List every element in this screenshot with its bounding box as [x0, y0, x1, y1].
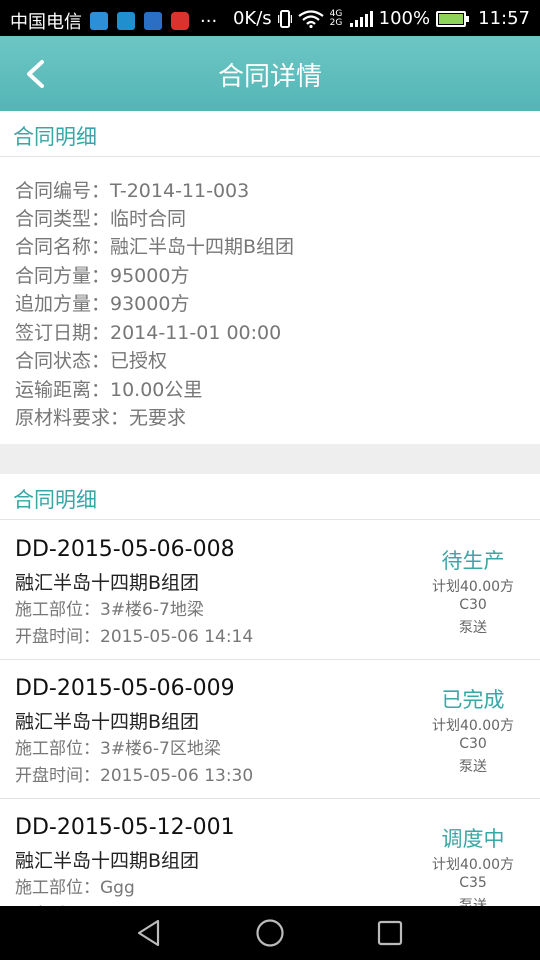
transport-distance: 运输距离：10.00公里	[15, 379, 203, 401]
status-bar-right: 0K/s 4G 2G 100% 11:57	[233, 8, 530, 29]
wifi-icon	[297, 9, 324, 28]
material-requirement: 原材料要求：无要求	[15, 407, 187, 429]
order-project-name: 融汇半岛十四期B组团	[15, 850, 200, 872]
network-type: 4G 2G	[329, 8, 343, 28]
sign-date: 签订日期：2014-11-01 00:00	[15, 322, 282, 344]
order-pour-method: 泵送	[459, 620, 487, 636]
order-status: 调度中	[441, 827, 505, 851]
gallery-icon	[144, 12, 162, 30]
contract-type: 合同类型：临时合同	[15, 208, 187, 230]
block-icon	[171, 12, 189, 30]
home-circle-icon[interactable]	[255, 918, 285, 948]
order-planned-volume: 计划40.00方	[431, 579, 515, 595]
contract-section-header: 合同明细	[0, 111, 540, 157]
order-status: 待生产	[441, 549, 505, 573]
section-divider	[0, 444, 540, 474]
order-start-time: 开盘时间：2015-05-06 14:14	[15, 627, 254, 647]
contract-volume: 合同方量：95000方	[15, 265, 190, 287]
order-start-time: 开盘时间：2015-05-06 13:30	[15, 766, 254, 786]
page-title: 合同详情	[217, 62, 322, 92]
signal-icon	[349, 10, 373, 27]
section-title: 合同明细	[13, 125, 97, 149]
section-title: 合同明细	[13, 488, 97, 512]
back-triangle-icon[interactable]	[134, 918, 164, 948]
more-notifications-icon: ···	[200, 10, 218, 32]
order-construction-part: 施工部位：3#楼6-7地梁	[15, 600, 204, 620]
status-bar-left: 中国电信 ···	[10, 8, 217, 34]
orders-section-header: 合同明细	[0, 474, 540, 520]
battery-icon	[436, 10, 470, 27]
order-concrete-grade: C30	[459, 597, 487, 613]
order-planned-volume: 计划40.00方	[431, 718, 515, 734]
network-speed: 0K/s	[232, 8, 272, 29]
additional-volume: 追加方量：93000方	[15, 293, 190, 315]
system-nav-bar	[0, 906, 540, 960]
order-concrete-grade: C30	[459, 736, 487, 752]
order-pour-method: 泵送	[459, 759, 487, 775]
contract-status: 合同状态：已授权	[15, 350, 168, 372]
order-code: DD-2015-05-12-001	[15, 815, 235, 840]
contract-number: 合同编号：T-2014-11-003	[15, 180, 250, 202]
order-concrete-grade: C35	[459, 875, 487, 891]
status-bar: 中国电信 ··· 0K/s 4G 2G 100% 11:57	[0, 0, 540, 36]
order-item[interactable]: DD-2015-05-06-009 融汇半岛十四期B组团 施工部位：3#楼6-7…	[0, 660, 540, 799]
recents-square-icon[interactable]	[375, 918, 405, 948]
order-code: DD-2015-05-06-008	[15, 537, 235, 562]
health-app-icon	[90, 12, 108, 30]
order-code: DD-2015-05-06-009	[15, 676, 235, 701]
order-construction-part: 施工部位：Ggg	[15, 878, 135, 898]
app-bar: 合同详情	[0, 36, 540, 111]
order-item[interactable]: DD-2015-05-06-008 融汇半岛十四期B组团 施工部位：3#楼6-7…	[0, 521, 540, 660]
battery-percent: 100%	[378, 8, 431, 29]
order-planned-volume: 计划40.00方	[431, 857, 515, 873]
contract-detail: 合同编号：T-2014-11-003 合同类型：临时合同 合同名称：融汇半岛十四…	[0, 158, 540, 444]
contract-name: 合同名称：融汇半岛十四期B组团	[15, 236, 295, 258]
order-status: 已完成	[441, 688, 505, 712]
vibrate-icon	[277, 9, 292, 28]
carrier-label: 中国电信	[10, 12, 82, 33]
order-construction-part: 施工部位：3#楼6-7区地梁	[15, 739, 221, 759]
usb-icon	[117, 12, 135, 30]
order-project-name: 融汇半岛十四期B组团	[15, 572, 200, 594]
clock: 11:57	[478, 8, 530, 29]
order-project-name: 融汇半岛十四期B组团	[15, 711, 200, 733]
